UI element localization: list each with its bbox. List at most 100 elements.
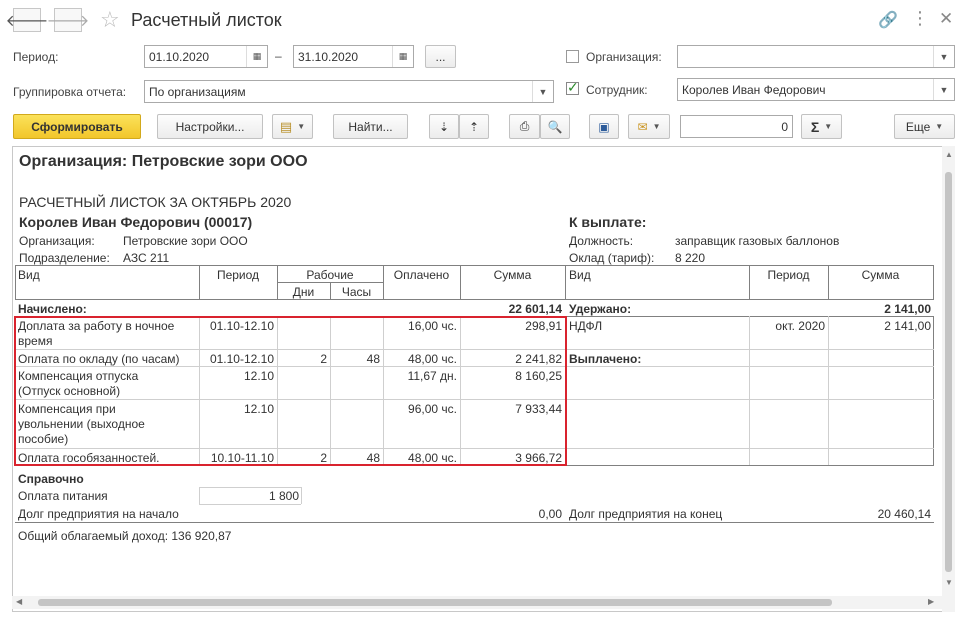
hdr-divider <box>15 265 16 299</box>
hdr-divider <box>565 265 566 299</box>
link-icon[interactable]: 🔗 <box>878 10 898 30</box>
grouping-select[interactable]: По организациям ▼ <box>144 80 554 103</box>
calendar-icon[interactable]: ▦ <box>246 46 267 67</box>
period-select-button[interactable]: ... <box>425 45 456 68</box>
more-button-label: Еще <box>905 119 931 134</box>
col-period-withheld: Период <box>767 268 810 282</box>
organization-checkbox[interactable] <box>566 50 579 63</box>
reference-label: Справочно <box>18 472 84 486</box>
debt-end-label: Долг предприятия на конец <box>569 507 723 521</box>
col-period: Период <box>216 268 260 282</box>
withheld-total: 2 141,00 <box>884 302 931 316</box>
horizontal-scroll-thumb[interactable] <box>38 599 832 606</box>
col-kind-withheld: Вид <box>569 268 591 282</box>
favorite-star-icon[interactable]: ☆ <box>100 7 120 33</box>
print-preview-icon: 🔍 <box>547 119 563 134</box>
highlight-frame <box>14 316 567 466</box>
back-button[interactable]: 🡐 <box>6 8 48 32</box>
period-dash: – <box>275 49 282 63</box>
position-label: Должность: <box>569 234 634 248</box>
scroll-down-icon[interactable]: ▼ <box>945 578 953 587</box>
send-email-button[interactable]: ✉ ▼ <box>628 114 670 139</box>
sum-mode-button[interactable]: Σ ▼ <box>801 114 842 139</box>
debt-start-label: Долг предприятия на начало <box>18 507 179 521</box>
to-pay-label: К выплате: <box>569 214 647 230</box>
col-kind: Вид <box>18 268 40 282</box>
period-from-input[interactable]: 01.10.2020 ▦ <box>144 45 268 68</box>
print-button[interactable]: ⎙ <box>509 114 540 139</box>
paid-out-label: Выплачено: <box>569 352 642 366</box>
chevron-down-icon[interactable]: ▼ <box>532 81 553 102</box>
chevron-down-icon[interactable]: ▼ <box>933 46 954 67</box>
scroll-up-icon[interactable]: ▲ <box>945 150 953 159</box>
envelope-icon: ✉ <box>637 119 648 134</box>
generate-button[interactable]: Сформировать <box>13 114 141 139</box>
checkmark-icon: ✓ <box>567 79 579 95</box>
debt-line <box>15 522 934 523</box>
dept-label: Подразделение: <box>19 251 110 265</box>
meal-box-line <box>301 487 302 504</box>
close-icon[interactable]: ✕ <box>939 9 953 29</box>
meal-box-line <box>199 504 301 505</box>
variants-button[interactable]: ▤ ▼ <box>272 114 313 139</box>
accrued-label: Начислено: <box>18 302 87 316</box>
accrued-total: 22 601,14 <box>508 302 562 316</box>
scroll-left-icon[interactable]: ◀ <box>16 597 22 606</box>
grouping-value: По организациям <box>149 85 246 99</box>
more-button[interactable]: Еще ▼ <box>894 114 955 139</box>
organization-label: Организация: <box>586 50 662 64</box>
expand-groups-button[interactable]: ⇡ <box>459 114 489 139</box>
col-work: Рабочие <box>306 268 354 282</box>
chevron-down-icon[interactable]: ▼ <box>933 79 954 100</box>
arrow-right-icon: 🡒 <box>46 12 90 30</box>
employee-value: Королев Иван Федорович <box>682 83 826 97</box>
employee-checkbox[interactable]: ✓ <box>566 79 579 95</box>
settings-button[interactable]: Настройки... <box>157 114 263 139</box>
withheld-period: окт. 2020 <box>775 319 825 333</box>
report-variant-icon: ▤ <box>279 118 293 134</box>
save-button[interactable]: ▣ <box>589 114 619 139</box>
printer-icon: ⎙ <box>519 119 530 133</box>
employee-name: Королев Иван Федорович (00017) <box>19 214 253 230</box>
meal-label: Оплата питания <box>18 489 108 503</box>
taxable-income: Общий облагаемый доход: 136 920,87 <box>18 529 232 543</box>
period-to-value: 31.10.2020 <box>298 50 359 64</box>
grid-line <box>933 316 934 465</box>
period-to-input[interactable]: 31.10.2020 ▦ <box>293 45 414 68</box>
org-info-label: Организация: <box>19 234 95 248</box>
sum-field[interactable]: 0 <box>680 115 793 138</box>
collapse-groups-button[interactable]: ⇣ <box>429 114 459 139</box>
more-menu-icon[interactable]: ⋮ <box>911 8 929 29</box>
debt-end-value: 20 460,14 <box>877 507 931 521</box>
col-sum-withheld: Сумма <box>861 268 900 282</box>
preview-button[interactable]: 🔍 <box>540 114 570 139</box>
table-header-bottom <box>15 299 934 300</box>
period-label: Период: <box>13 50 59 64</box>
collapse-icon: ⇣ <box>438 119 450 134</box>
vertical-scrollbar[interactable]: ▲ ▼ <box>942 146 955 612</box>
org-heading: Организация: Петровские зори ООО <box>19 153 308 170</box>
calendar-icon[interactable]: ▦ <box>392 46 413 67</box>
vertical-scroll-thumb[interactable] <box>945 172 952 572</box>
forward-button[interactable]: 🡒 <box>47 8 89 32</box>
horizontal-scrollbar[interactable]: ◀ ▶ <box>12 596 942 609</box>
withheld-label: Удержано: <box>569 302 632 316</box>
floppy-disk-icon: ▣ <box>598 119 610 134</box>
salary-label: Оклад (тариф): <box>569 251 655 265</box>
col-paid: Оплачено <box>393 268 450 282</box>
employee-input[interactable]: Королев Иван Федорович ▼ <box>677 78 955 101</box>
report-area[interactable]: Организация: Петровские зори ООО РАСЧЕТН… <box>12 146 955 612</box>
sheet-title: РАСЧЕТНЫЙ ЛИСТОК ЗА ОКТЯБРЬ 2020 <box>19 194 292 210</box>
grouping-label: Группировка отчета: <box>13 85 127 99</box>
sigma-icon: Σ <box>810 118 820 135</box>
find-button[interactable]: Найти... <box>333 114 408 139</box>
scroll-right-icon[interactable]: ▶ <box>928 597 934 606</box>
col-days: Дни <box>292 285 315 299</box>
period-from-value: 01.10.2020 <box>149 50 210 64</box>
salary-value: 8 220 <box>675 251 706 265</box>
expand-icon: ⇡ <box>468 119 480 134</box>
organization-input[interactable]: ▼ <box>677 45 955 68</box>
col-sum: Сумма <box>493 268 532 282</box>
withheld-sum: 2 141,00 <box>884 319 931 333</box>
org-info-value: Петровские зори ООО <box>123 234 248 248</box>
